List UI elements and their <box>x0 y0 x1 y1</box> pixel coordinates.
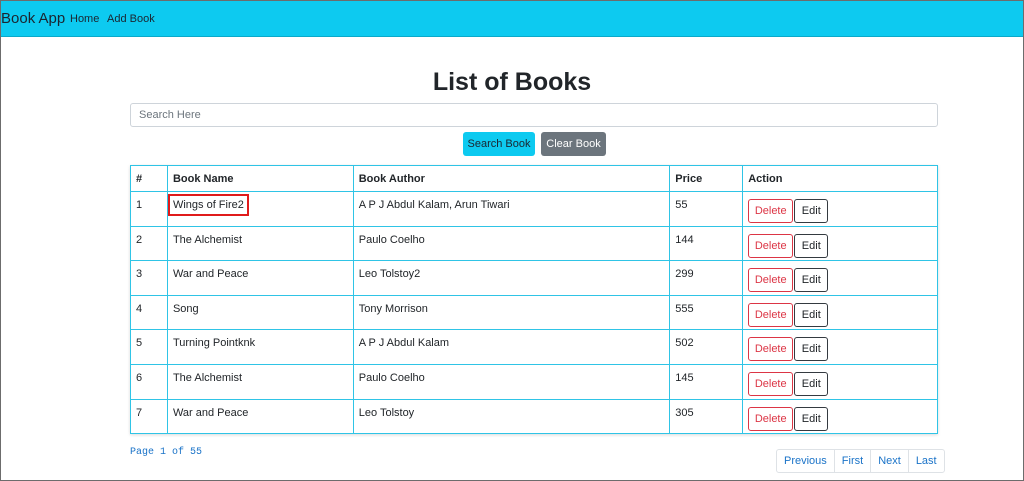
edit-button[interactable]: Edit <box>794 337 829 362</box>
cell-book-author: Leo Tolstoy <box>352 398 671 435</box>
table-row: 2 The Alchemist Paulo Coelho 144 Delete … <box>130 225 938 262</box>
cell-book-name: War and Peace <box>166 260 354 296</box>
edit-button[interactable]: Edit <box>794 199 829 223</box>
cell-action: Delete Edit <box>742 260 938 296</box>
cell-book-author: Leo Tolstoy2 <box>352 260 671 296</box>
edit-button[interactable]: Edit <box>794 302 829 327</box>
cell-number: 2 <box>130 225 168 262</box>
cell-price: 144 <box>669 225 744 262</box>
delete-button[interactable]: Delete <box>748 199 794 223</box>
nav-home-link[interactable]: Home <box>70 13 99 25</box>
header-book-name: Book Name <box>166 165 354 192</box>
page-info: Page 1 of 55 <box>130 447 203 458</box>
cell-action: Delete Edit <box>742 191 938 227</box>
cell-action: Delete Edit <box>742 398 938 435</box>
cell-action: Delete Edit <box>742 294 938 331</box>
header-number: # <box>130 165 168 192</box>
header-book-author: Book Author <box>352 165 671 192</box>
cell-price: 555 <box>669 294 744 331</box>
delete-button[interactable]: Delete <box>748 268 794 293</box>
cell-price: 502 <box>669 329 744 365</box>
search-input[interactable] <box>130 103 938 127</box>
table-row: 4 Song Tony Morrison 555 Delete Edit <box>130 294 938 331</box>
delete-button[interactable]: Delete <box>748 371 794 396</box>
delete-button[interactable]: Delete <box>748 233 794 258</box>
pagination-previous[interactable]: Previous <box>776 449 835 473</box>
table-row: 7 War and Peace Leo Tolstoy 305 Delete E… <box>130 398 938 435</box>
cell-price: 305 <box>669 398 744 435</box>
table-row: 5 Turning Pointknk A P J Abdul Kalam 502… <box>130 329 938 365</box>
clear-book-button[interactable]: Clear Book <box>541 132 606 156</box>
cell-book-name: Song <box>166 294 354 331</box>
cell-book-author: Paulo Coelho <box>352 363 671 400</box>
page-title: List of Books <box>432 68 592 96</box>
cell-book-name: The Alchemist <box>166 225 354 262</box>
cell-action: Delete Edit <box>742 363 938 400</box>
cell-book-name: The Alchemist <box>166 363 354 400</box>
delete-button[interactable]: Delete <box>748 406 794 431</box>
cell-number: 3 <box>130 260 168 296</box>
cell-number: 5 <box>130 329 168 365</box>
cell-book-author: Tony Morrison <box>352 294 671 331</box>
edit-button[interactable]: Edit <box>794 371 829 396</box>
navbar: Book App Home Add Book <box>1 1 1023 37</box>
edit-button[interactable]: Edit <box>794 406 829 431</box>
cell-number: 4 <box>130 294 168 331</box>
pagination: Previous First Next Last <box>776 449 945 473</box>
cell-price: 145 <box>669 363 744 400</box>
cell-book-author: A P J Abdul Kalam, Arun Tiwari <box>352 191 671 227</box>
cell-number: 6 <box>130 363 168 400</box>
cell-number: 7 <box>130 398 168 435</box>
table-row: 6 The Alchemist Paulo Coelho 145 Delete … <box>130 363 938 400</box>
pagination-first[interactable]: First <box>833 449 872 473</box>
pagination-next[interactable]: Next <box>870 449 909 473</box>
edit-button[interactable]: Edit <box>794 268 829 293</box>
header-price: Price <box>669 165 744 192</box>
header-action: Action <box>742 165 938 192</box>
nav-add-book-link[interactable]: Add Book <box>107 13 155 25</box>
delete-button[interactable]: Delete <box>748 337 794 362</box>
pagination-last[interactable]: Last <box>907 449 945 473</box>
table-header-row: # Book Name Book Author Price Action <box>130 165 938 192</box>
table-row: 3 War and Peace Leo Tolstoy2 299 Delete … <box>130 260 938 296</box>
search-book-button[interactable]: Search Book <box>463 132 535 156</box>
books-table: # Book Name Book Author Price Action 1 W… <box>130 165 938 435</box>
cell-book-author: A P J Abdul Kalam <box>352 329 671 365</box>
cell-book-author: Paulo Coelho <box>352 225 671 262</box>
cell-action: Delete Edit <box>742 225 938 262</box>
table-row: 1 Wings of Fire2 A P J Abdul Kalam, Arun… <box>130 191 938 227</box>
cell-book-name: Turning Pointknk <box>166 329 354 365</box>
delete-button[interactable]: Delete <box>748 302 794 327</box>
highlighted-book-name: Wings of Fire2 <box>167 194 249 216</box>
cell-price: 55 <box>669 191 744 227</box>
cell-action: Delete Edit <box>742 329 938 365</box>
cell-price: 299 <box>669 260 744 296</box>
cell-number: 1 <box>130 191 168 227</box>
brand-logo[interactable]: Book App <box>1 10 65 27</box>
cell-book-name: Wings of Fire2 <box>166 191 354 227</box>
edit-button[interactable]: Edit <box>794 233 829 258</box>
cell-book-name: War and Peace <box>166 398 354 435</box>
